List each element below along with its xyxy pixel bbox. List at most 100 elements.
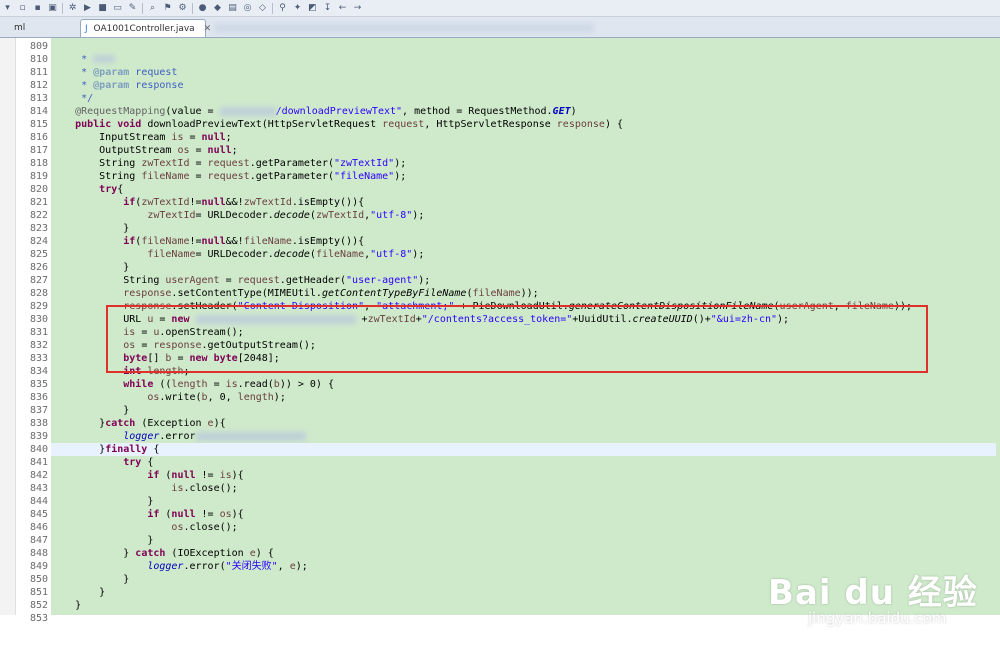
code-line[interactable]: zwTextId= URLDecoder.decode(zwTextId,"ut… xyxy=(51,209,996,222)
line-number: 810 xyxy=(29,54,48,65)
code-line[interactable]: * xyxy=(51,53,996,66)
toolbar-separator xyxy=(62,2,63,14)
menu-icon[interactable]: ▾ xyxy=(2,3,13,14)
code-line[interactable]: while ((length = is.read(b)) > 0) { xyxy=(51,378,996,391)
code-line[interactable] xyxy=(51,40,996,53)
code-line[interactable]: if (null != os){ xyxy=(51,508,996,521)
code-line[interactable]: String fileName = request.getParameter("… xyxy=(51,170,996,183)
code-line[interactable]: * @param response xyxy=(51,79,996,92)
new-icon[interactable]: ▫ xyxy=(17,3,28,14)
code-line[interactable]: byte[] b = new byte[2048]; xyxy=(51,352,996,365)
line-number: 851 xyxy=(29,587,48,598)
tab-active-label: OA1001Controller.java xyxy=(93,24,195,34)
line-number: 825 xyxy=(29,249,48,260)
code-line[interactable]: InputStream is = null; xyxy=(51,131,996,144)
line-number: 828 xyxy=(29,288,48,299)
code-editor[interactable]: 809 810 811 812 813 814 815 816 817 818 819 820 821 8… xyxy=(0,38,1000,627)
code-line[interactable]: String zwTextId = request.getParameter("… xyxy=(51,157,996,170)
code-line[interactable]: int length; xyxy=(51,365,996,378)
line-number: 835 xyxy=(29,379,48,390)
code-line[interactable]: if(zwTextId!=null&&!zwTextId.isEmpty()){ xyxy=(51,196,996,209)
code-line[interactable]: * @param request xyxy=(51,66,996,79)
code-line[interactable]: fileName= URLDecoder.decode(fileName,"ut… xyxy=(51,248,996,261)
tools-icon[interactable]: ✎ xyxy=(127,3,138,14)
code-line[interactable]: try{ xyxy=(51,183,996,196)
code-area[interactable]: * * @param request * @param response */ … xyxy=(51,38,1000,615)
line-number: 824 xyxy=(29,236,48,247)
code-line[interactable]: */ xyxy=(51,92,996,105)
next-icon[interactable]: ↧ xyxy=(322,3,333,14)
code-line[interactable]: os.close(); xyxy=(51,521,996,534)
line-number: 826 xyxy=(29,262,48,273)
stop-icon[interactable]: ■ xyxy=(97,3,108,14)
save-icon[interactable]: ▪ xyxy=(32,3,43,14)
line-number-gutter: 809 810 811 812 813 814 815 816 817 818 819 820 821 8… xyxy=(16,38,50,624)
tab-oa1001-controller[interactable]: J OA1001Controller.java ✕ xyxy=(80,19,211,37)
tab-other-files[interactable] xyxy=(210,19,610,37)
code-line[interactable]: String userAgent = request.getHeader("us… xyxy=(51,274,996,287)
line-number: 839 xyxy=(29,431,48,442)
code-line[interactable]: }catch (Exception e){ xyxy=(51,417,996,430)
highlight-icon[interactable]: ◩ xyxy=(307,3,318,14)
code-line[interactable]: URL u = new +zwTextId+"/contents?access_… xyxy=(51,313,996,326)
debug-icon[interactable]: ✲ xyxy=(67,3,78,14)
line-number: 852 xyxy=(29,600,48,611)
line-number: 842 xyxy=(29,470,48,481)
code-line[interactable]: os.write(b, 0, length); xyxy=(51,391,996,404)
line-number: 821 xyxy=(29,197,48,208)
pin-icon[interactable]: ⚲ xyxy=(277,3,288,14)
watermark-brand: Bai du 经验 xyxy=(768,573,978,613)
line-number: 836 xyxy=(29,392,48,403)
line-number: 812 xyxy=(29,80,48,91)
line-number: 831 xyxy=(29,327,48,338)
code-line[interactable]: } xyxy=(51,404,996,417)
line-number: 845 xyxy=(29,509,48,520)
code-line[interactable]: os = response.getOutputStream(); xyxy=(51,339,996,352)
line-number: 850 xyxy=(29,574,48,585)
blurred-tab-label xyxy=(214,22,594,33)
search-icon[interactable]: ⌕ xyxy=(147,3,158,14)
line-number: 848 xyxy=(29,548,48,559)
line-number: 814 xyxy=(29,106,48,117)
annotation-icon[interactable]: ✦ xyxy=(292,3,303,14)
bookmark-icon[interactable]: ⚑ xyxy=(162,3,173,14)
code-line[interactable]: is.close(); xyxy=(51,482,996,495)
code-line-current[interactable]: }finally { xyxy=(51,443,996,456)
line-number: 849 xyxy=(29,561,48,572)
gear-icon[interactable]: ⚙ xyxy=(177,3,188,14)
line-number: 811 xyxy=(29,67,48,78)
code-line[interactable]: is = u.openStream(); xyxy=(51,326,996,339)
tab-xml-label: ml xyxy=(14,23,26,33)
code-line[interactable]: @RequestMapping(value = /downloadPreview… xyxy=(51,105,996,118)
terminal-icon[interactable]: ▭ xyxy=(112,3,123,14)
code-line[interactable]: } xyxy=(51,222,996,235)
line-number: 833 xyxy=(29,353,48,364)
code-line[interactable]: } xyxy=(51,495,996,508)
code-line[interactable]: if(fileName!=null&&!fileName.isEmpty()){ xyxy=(51,235,996,248)
code-line[interactable]: OutputStream os = null; xyxy=(51,144,996,157)
line-number: 844 xyxy=(29,496,48,507)
code-line[interactable]: if (null != is){ xyxy=(51,469,996,482)
tab-xml-file[interactable]: ml xyxy=(0,19,78,37)
main-toolbar: ▾ ▫ ▪ ▣ ✲ ▶ ■ ▭ ✎ ⌕ ⚑ ⚙ ● ◆ ▤ ◎ ◇ ⚲ ✦ ◩ ↧ ← → xyxy=(0,0,1000,17)
code-line[interactable]: } xyxy=(51,261,996,274)
code-line[interactable]: response.setHeader("Content-Disposition"… xyxy=(51,300,996,313)
run-icon[interactable]: ▶ xyxy=(82,3,93,14)
overview-ruler xyxy=(0,38,16,615)
save-all-icon[interactable]: ▣ xyxy=(47,3,58,14)
ext-tools-icon[interactable]: ◆ xyxy=(212,3,223,14)
code-line[interactable]: try { xyxy=(51,456,996,469)
editor-tab-bar: ml J OA1001Controller.java ✕ xyxy=(0,17,1000,38)
toolbar-separator xyxy=(142,2,143,14)
forward-icon[interactable]: → xyxy=(352,3,363,14)
back-icon[interactable]: ← xyxy=(337,3,348,14)
run-launch-icon[interactable]: ● xyxy=(197,3,208,14)
code-line[interactable]: logger.error xyxy=(51,430,996,443)
open-type-icon[interactable]: ◇ xyxy=(257,3,268,14)
code-line[interactable]: public void downloadPreviewText(HttpServ… xyxy=(51,118,996,131)
new-class-icon[interactable]: ◎ xyxy=(242,3,253,14)
new-package-icon[interactable]: ▤ xyxy=(227,3,238,14)
code-line[interactable]: response.setContentType(MIMEUtil.getCont… xyxy=(51,287,996,300)
line-number: 823 xyxy=(29,223,48,234)
line-number: 809 xyxy=(29,41,48,52)
